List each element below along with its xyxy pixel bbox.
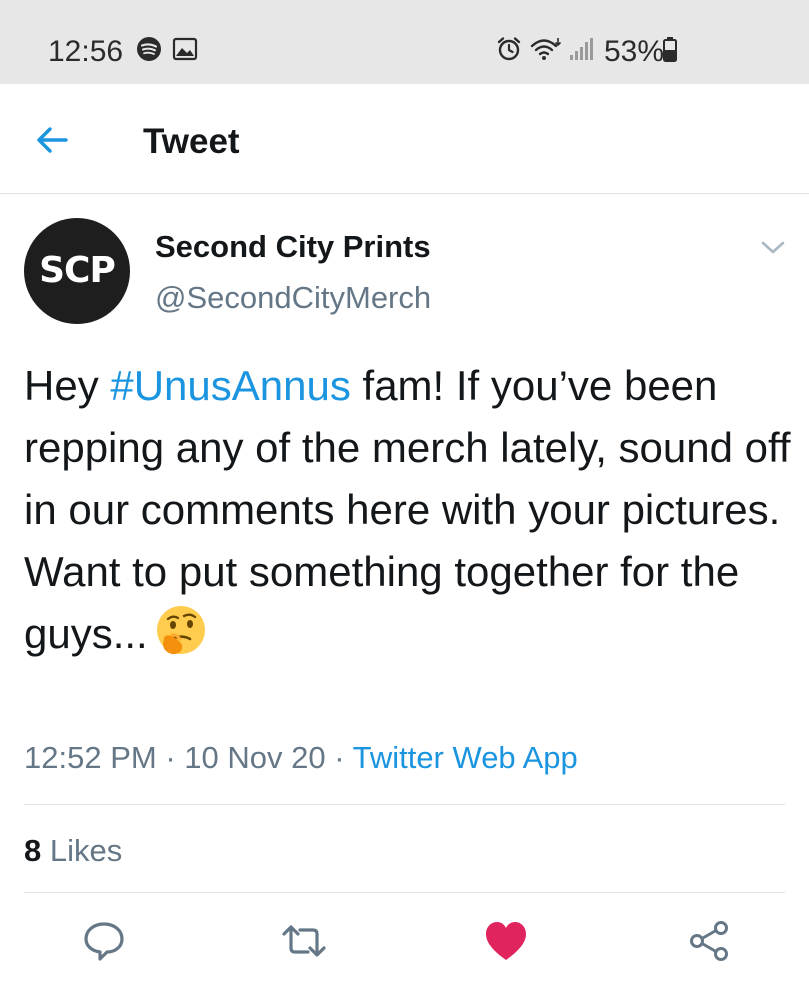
share-icon — [690, 921, 728, 961]
alarm-icon — [496, 36, 522, 62]
divider — [24, 892, 785, 893]
reply-icon — [84, 922, 124, 961]
thinking-face-emoji — [154, 604, 208, 658]
retweet-button[interactable] — [280, 918, 328, 964]
like-icon — [486, 922, 526, 960]
arrow-left-icon — [37, 127, 68, 153]
chevron-down-icon — [761, 241, 785, 254]
tweet-header: Tweet — [0, 84, 809, 194]
reply-button[interactable] — [80, 918, 128, 964]
signal-icon — [568, 36, 594, 62]
likes-count-link[interactable]: 8 Likes — [24, 832, 122, 870]
likes-count: 8 — [24, 833, 42, 868]
meta-separator: · — [156, 740, 185, 775]
back-button[interactable] — [30, 120, 76, 160]
page-title: Tweet — [143, 122, 240, 161]
battery-icon — [662, 36, 678, 62]
avatar[interactable]: SCP — [24, 218, 130, 324]
wifi-icon — [530, 36, 562, 62]
hashtag-link[interactable]: #UnusAnnus — [110, 362, 351, 409]
tweet-text-start: Hey — [24, 362, 111, 409]
author-display-name[interactable]: Second City Prints — [155, 229, 431, 265]
like-button[interactable] — [482, 918, 530, 964]
battery-percent: 53% — [604, 35, 665, 68]
image-icon — [172, 36, 198, 62]
status-bar: 12:56 53% — [0, 0, 809, 84]
retweet-icon — [282, 925, 326, 957]
tweet-source-link[interactable]: Twitter Web App — [353, 740, 578, 775]
divider — [24, 804, 785, 805]
tweet-date: 10 Nov 20 — [184, 740, 326, 775]
more-options-button[interactable] — [758, 236, 788, 258]
meta-separator: · — [325, 740, 353, 775]
spotify-icon — [136, 36, 162, 62]
likes-label: Likes — [41, 833, 123, 868]
share-button[interactable] — [686, 918, 734, 964]
tweet-metadata: 12:52 PM · 10 Nov 20 · Twitter Web App — [24, 738, 578, 778]
avatar-logo-text: SCP — [39, 250, 116, 291]
tweet-text: Hey #UnusAnnus fam! If you’ve been reppi… — [24, 355, 794, 665]
tweet-time: 12:52 PM — [24, 740, 157, 775]
author-handle[interactable]: @SecondCityMerch — [155, 280, 431, 316]
status-time: 12:56 — [48, 35, 124, 68]
